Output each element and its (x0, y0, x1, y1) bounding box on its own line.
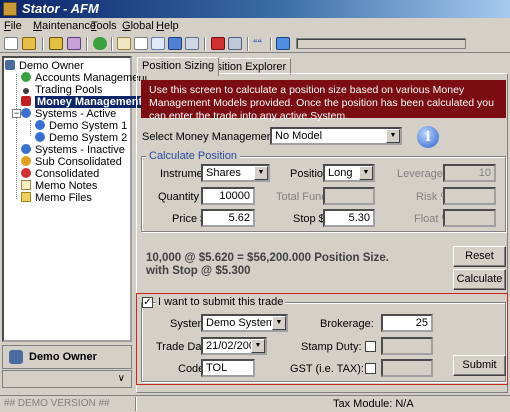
tree-item-trading-pools[interactable]: Trading Pools (21, 84, 102, 96)
tree-item-memo-files[interactable]: Memo Files (21, 192, 92, 204)
page-icon[interactable] (134, 37, 148, 50)
pool-icon (23, 88, 29, 94)
dropdown-arrow-icon[interactable]: ▼ (272, 316, 286, 330)
mm-model-select[interactable]: No Model ▼ (270, 127, 402, 145)
owner-icon (9, 350, 23, 364)
menu-tools[interactable]: Tools (91, 20, 117, 32)
app-icon (3, 2, 17, 16)
dropdown-arrow-icon[interactable]: ▼ (359, 166, 373, 180)
menu-file[interactable]: File (4, 20, 22, 32)
calculator-icon[interactable] (228, 37, 242, 50)
tree-item-accounts-management[interactable]: Accounts Management (21, 72, 148, 84)
brokerage-input[interactable]: 25 (381, 314, 433, 332)
dropdown-arrow-icon[interactable]: ▼ (254, 166, 268, 180)
stamp-duty-label: Stamp Duty: (301, 341, 362, 353)
status-bar: ## DEMO VERSION ## Tax Module: N/A (0, 395, 510, 412)
database-icon[interactable] (49, 37, 63, 50)
tree-item-demo-owner[interactable]: Demo Owner (5, 60, 84, 72)
stamp-duty-input[interactable] (381, 337, 433, 355)
submit-trade-checkbox[interactable]: ✓ (142, 297, 153, 308)
tax-module-label: Tax Module: N/A (333, 398, 414, 410)
float-input[interactable] (443, 209, 496, 227)
version-label: ## DEMO VERSION ## (4, 398, 110, 409)
owner-panel[interactable]: Demo Owner (2, 345, 132, 369)
open-folder-icon[interactable] (22, 37, 36, 50)
consolidated-icon (21, 168, 31, 178)
brokerage-label: Brokerage: (320, 318, 374, 330)
window-title: Stator - AFM (22, 1, 99, 16)
tree-item-demo-system-1[interactable]: Demo System 1 (35, 120, 127, 132)
stamp-duty-checkbox[interactable] (365, 341, 376, 352)
owner-panel-expand[interactable]: ∨ (2, 370, 132, 388)
instrument-select[interactable]: Shares ▼ (201, 164, 270, 182)
gst-label: GST (i.e. TAX): (290, 363, 364, 375)
tree-item-memo-notes[interactable]: Memo Notes (21, 180, 97, 192)
tree-item-sub-consolidated[interactable]: Sub Consolidated (21, 156, 122, 168)
web-icon[interactable]: ““ (253, 37, 267, 50)
menu-global[interactable]: Global (122, 20, 154, 32)
info-banner: Use this screen to calculate a position … (141, 80, 506, 122)
scissors-icon[interactable] (211, 37, 225, 50)
tab-position-sizing[interactable]: Position Sizing (137, 57, 220, 76)
notes-icon (21, 180, 31, 190)
position-summary-line1: 10,000 @ $5.620 = $56,200.000 Position S… (146, 252, 389, 264)
tree-item-systems-inactive[interactable]: Systems - Inactive (21, 144, 125, 156)
report-icon[interactable] (151, 37, 165, 50)
calculate-position-title: Calculate Position (146, 150, 241, 162)
dropdown-arrow-icon[interactable]: ▼ (386, 129, 400, 143)
checklist-icon[interactable] (67, 37, 81, 50)
quantity-input[interactable]: 10000 (201, 187, 255, 205)
title-bar: Stator - AFM (0, 0, 510, 18)
chevron-down-icon[interactable]: ∨ (118, 373, 125, 384)
help-icon[interactable] (276, 37, 290, 50)
print-icon[interactable] (185, 37, 199, 50)
menu-maintenance[interactable]: Maintenance (33, 20, 96, 32)
calculate-button[interactable]: Calculate (453, 269, 506, 290)
gear-icon (21, 108, 31, 118)
new-icon[interactable] (4, 37, 18, 50)
tree-item-money-management[interactable]: Money Management (21, 96, 145, 108)
position-summary-line2: with Stop @ $5.300 (146, 265, 251, 277)
document-icon[interactable] (117, 37, 131, 50)
risk-input[interactable] (443, 187, 496, 205)
sub-consolidated-icon (21, 156, 31, 166)
owner-label: Demo Owner (29, 351, 97, 363)
dollar-icon (21, 72, 31, 82)
calendar-dropdown-icon[interactable]: ▼ (251, 339, 265, 353)
navigation-tree: Demo Owner Accounts Management Trading P… (2, 56, 148, 342)
gear-icon (35, 132, 45, 142)
leverage-input[interactable]: 10 (443, 164, 496, 182)
owner-icon (5, 60, 15, 70)
refresh-icon[interactable] (93, 37, 107, 50)
progress-bar (296, 38, 466, 49)
system-select[interactable]: Demo System 1 ▼ (201, 314, 288, 332)
money-icon (21, 96, 31, 106)
gear-icon (35, 120, 45, 130)
position-select[interactable]: Long ▼ (323, 164, 375, 182)
submit-button[interactable]: Submit (453, 355, 506, 376)
folder-icon (21, 192, 31, 202)
price-input[interactable]: 5.62 (201, 209, 255, 227)
collapse-toggle[interactable]: − (12, 109, 21, 118)
tree-item-systems-active[interactable]: Systems - Active (21, 108, 116, 120)
tree-item-demo-system-2[interactable]: Demo System 2 (35, 132, 127, 144)
toolbar: ““ (0, 35, 510, 53)
total-funds-input[interactable] (323, 187, 375, 205)
menu-bar: File Maintenance Tools Global Help (0, 18, 510, 35)
gear-icon (21, 144, 31, 154)
tree-item-consolidated[interactable]: Consolidated (21, 168, 99, 180)
code-input[interactable]: TOL (201, 359, 255, 377)
submit-trade-label: I want to submit this trade (156, 296, 286, 308)
gst-checkbox[interactable] (365, 363, 376, 374)
info-icon[interactable]: i (417, 126, 439, 148)
stop-input[interactable]: 5.30 (323, 209, 375, 227)
gst-input[interactable] (381, 359, 433, 377)
reset-button[interactable]: Reset (453, 246, 506, 267)
trade-date-picker[interactable]: 21/02/2003 ▼ (201, 337, 267, 355)
menu-help[interactable]: Help (156, 20, 179, 32)
chart-icon[interactable] (168, 37, 182, 50)
